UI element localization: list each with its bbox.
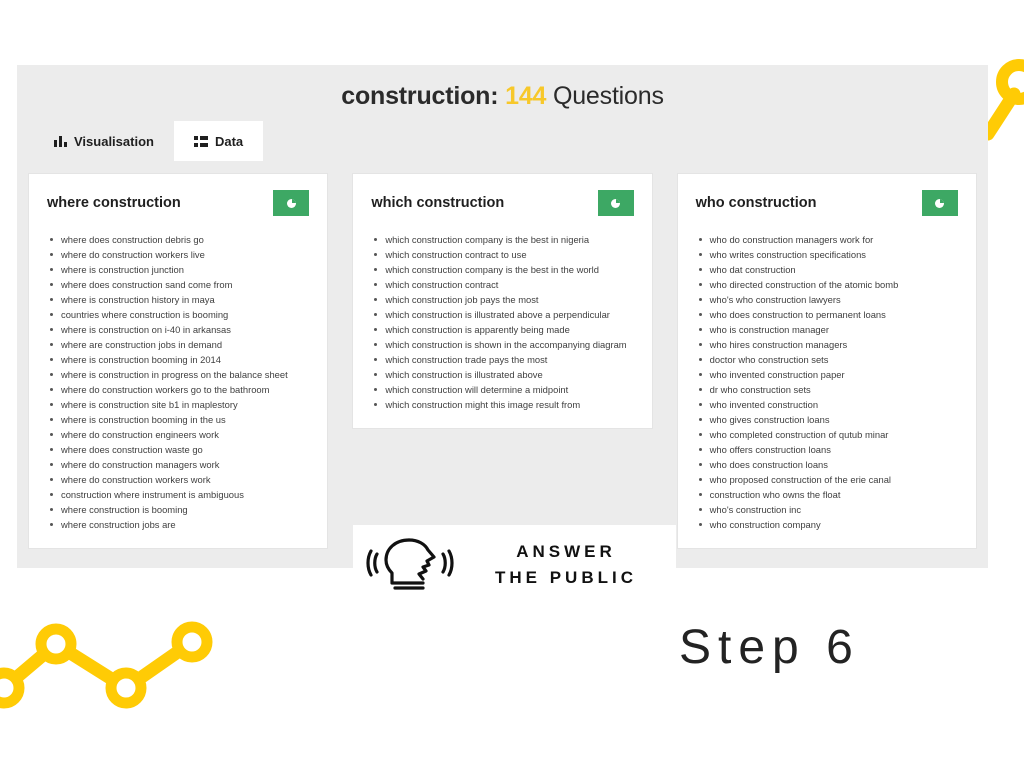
list-item[interactable]: where is construction history in maya: [47, 292, 309, 307]
list-item[interactable]: which construction is illustrated above: [371, 367, 633, 382]
list-item[interactable]: who proposed construction of the erie ca…: [696, 472, 958, 487]
decorative-chart-bottomleft: [0, 621, 213, 709]
list-item[interactable]: where does construction debris go: [47, 232, 309, 247]
visualise-button-which[interactable]: [597, 190, 634, 216]
speaking-head-icon: [366, 538, 454, 590]
list-item[interactable]: where do construction workers live: [47, 247, 309, 262]
visualise-button-who[interactable]: [921, 190, 958, 216]
logo-line-1: ANSWER: [516, 542, 616, 561]
card-header: where construction: [47, 190, 310, 216]
list-item[interactable]: where is construction on i-40 in arkansa…: [47, 322, 309, 337]
list-item[interactable]: where do construction managers work: [47, 457, 309, 472]
question-card-which: which construction which construction co…: [352, 173, 653, 429]
list-item[interactable]: doctor who construction sets: [696, 352, 958, 367]
question-list-where: where does construction debris go where …: [47, 232, 309, 532]
list-item[interactable]: dr who construction sets: [696, 382, 958, 397]
list-item[interactable]: where construction jobs are: [47, 517, 309, 532]
list-item[interactable]: who dat construction: [696, 262, 958, 277]
list-item[interactable]: which construction contract to use: [371, 247, 633, 262]
list-item[interactable]: which construction contract: [371, 277, 633, 292]
list-item[interactable]: which construction will determine a midp…: [371, 382, 633, 397]
list-item[interactable]: who's construction inc: [696, 502, 958, 517]
list-item[interactable]: where do construction engineers work: [47, 427, 309, 442]
bar-chart-icon: [54, 135, 67, 147]
pie-chart-icon: [935, 198, 945, 208]
list-item[interactable]: who invented construction: [696, 397, 958, 412]
list-item[interactable]: who invented construction paper: [696, 367, 958, 382]
logo-wordmark: ANSWER THE PUBLIC: [495, 539, 637, 591]
list-item[interactable]: which construction company is the best i…: [371, 232, 633, 247]
page-title-count: 144: [505, 82, 547, 110]
list-item[interactable]: who does construction to permanent loans: [696, 307, 958, 322]
list-item[interactable]: who directed construction of the atomic …: [696, 277, 958, 292]
list-item[interactable]: which construction is shown in the accom…: [371, 337, 633, 352]
answer-the-public-panel: construction: 144 Questions Visualisatio…: [17, 65, 988, 605]
visualise-button-where[interactable]: [273, 190, 310, 216]
list-item[interactable]: where is construction junction: [47, 262, 309, 277]
list-item[interactable]: who does construction loans: [696, 457, 958, 472]
question-list-who: who do construction managers work for wh…: [696, 232, 958, 532]
logo-line-2: THE PUBLIC: [495, 568, 637, 587]
page-title: construction: 144 Questions: [17, 65, 988, 111]
tab-visualisation[interactable]: Visualisation: [34, 121, 174, 161]
list-item[interactable]: who offers construction loans: [696, 442, 958, 457]
list-item[interactable]: countries where construction is booming: [47, 307, 309, 322]
card-title: who construction: [695, 195, 817, 211]
list-item[interactable]: where is construction in progress on the…: [47, 367, 309, 382]
list-item[interactable]: where do construction workers work: [47, 472, 309, 487]
view-tabs: Visualisation Data: [34, 121, 264, 161]
card-title: where construction: [47, 195, 181, 211]
pie-chart-icon: [286, 198, 296, 208]
tab-data[interactable]: Data: [173, 121, 264, 161]
list-item[interactable]: who writes construction specifications: [696, 247, 958, 262]
list-item[interactable]: where does construction waste go: [47, 442, 309, 457]
list-item[interactable]: construction who owns the float: [696, 487, 958, 502]
list-item[interactable]: where construction is booming: [47, 502, 309, 517]
list-item[interactable]: which construction trade pays the most: [371, 352, 633, 367]
list-icon: [193, 135, 208, 147]
list-item[interactable]: which construction company is the best i…: [371, 262, 633, 277]
list-item[interactable]: where is construction booming in 2014: [47, 352, 309, 367]
question-card-where: where construction where does constructi…: [28, 173, 329, 549]
list-item[interactable]: which construction is illustrated above …: [371, 307, 633, 322]
list-item[interactable]: who completed construction of qutub mina…: [696, 427, 958, 442]
question-card-who: who construction who do construction man…: [676, 173, 977, 549]
list-item[interactable]: where do construction workers go to the …: [47, 382, 309, 397]
tab-data-label: Data: [214, 133, 244, 149]
card-header: which construction: [371, 190, 634, 216]
tab-visualisation-label: Visualisation: [74, 133, 154, 149]
list-item[interactable]: where does construction sand come from: [47, 277, 309, 292]
card-title: which construction: [371, 195, 505, 211]
list-item[interactable]: which construction job pays the most: [371, 292, 633, 307]
list-item[interactable]: who's who construction lawyers: [696, 292, 958, 307]
list-item[interactable]: who construction company: [696, 517, 958, 532]
list-item[interactable]: construction where instrument is ambiguo…: [47, 487, 309, 502]
question-list-which: which construction company is the best i…: [371, 232, 633, 412]
card-header: who construction: [696, 190, 958, 216]
list-item[interactable]: where is construction site b1 in maplest…: [47, 397, 309, 412]
page-title-keyword: construction:: [341, 82, 499, 110]
list-item[interactable]: where is construction booming in the us: [47, 412, 309, 427]
list-item[interactable]: which construction might this image resu…: [371, 397, 633, 412]
question-cards: where construction where does constructi…: [28, 173, 977, 549]
list-item[interactable]: who is construction manager: [696, 322, 958, 337]
page-title-suffix: Questions: [552, 82, 664, 110]
list-item[interactable]: who gives construction loans: [696, 412, 958, 427]
list-item[interactable]: where are construction jobs in demand: [47, 337, 309, 352]
list-item[interactable]: who hires construction managers: [696, 337, 958, 352]
step-label: Step 6: [679, 621, 860, 674]
answer-the-public-logo: ANSWER THE PUBLIC: [353, 525, 676, 605]
pie-chart-icon: [611, 198, 621, 208]
list-item[interactable]: which construction is apparently being m…: [371, 322, 633, 337]
list-item[interactable]: who do construction managers work for: [696, 232, 958, 247]
